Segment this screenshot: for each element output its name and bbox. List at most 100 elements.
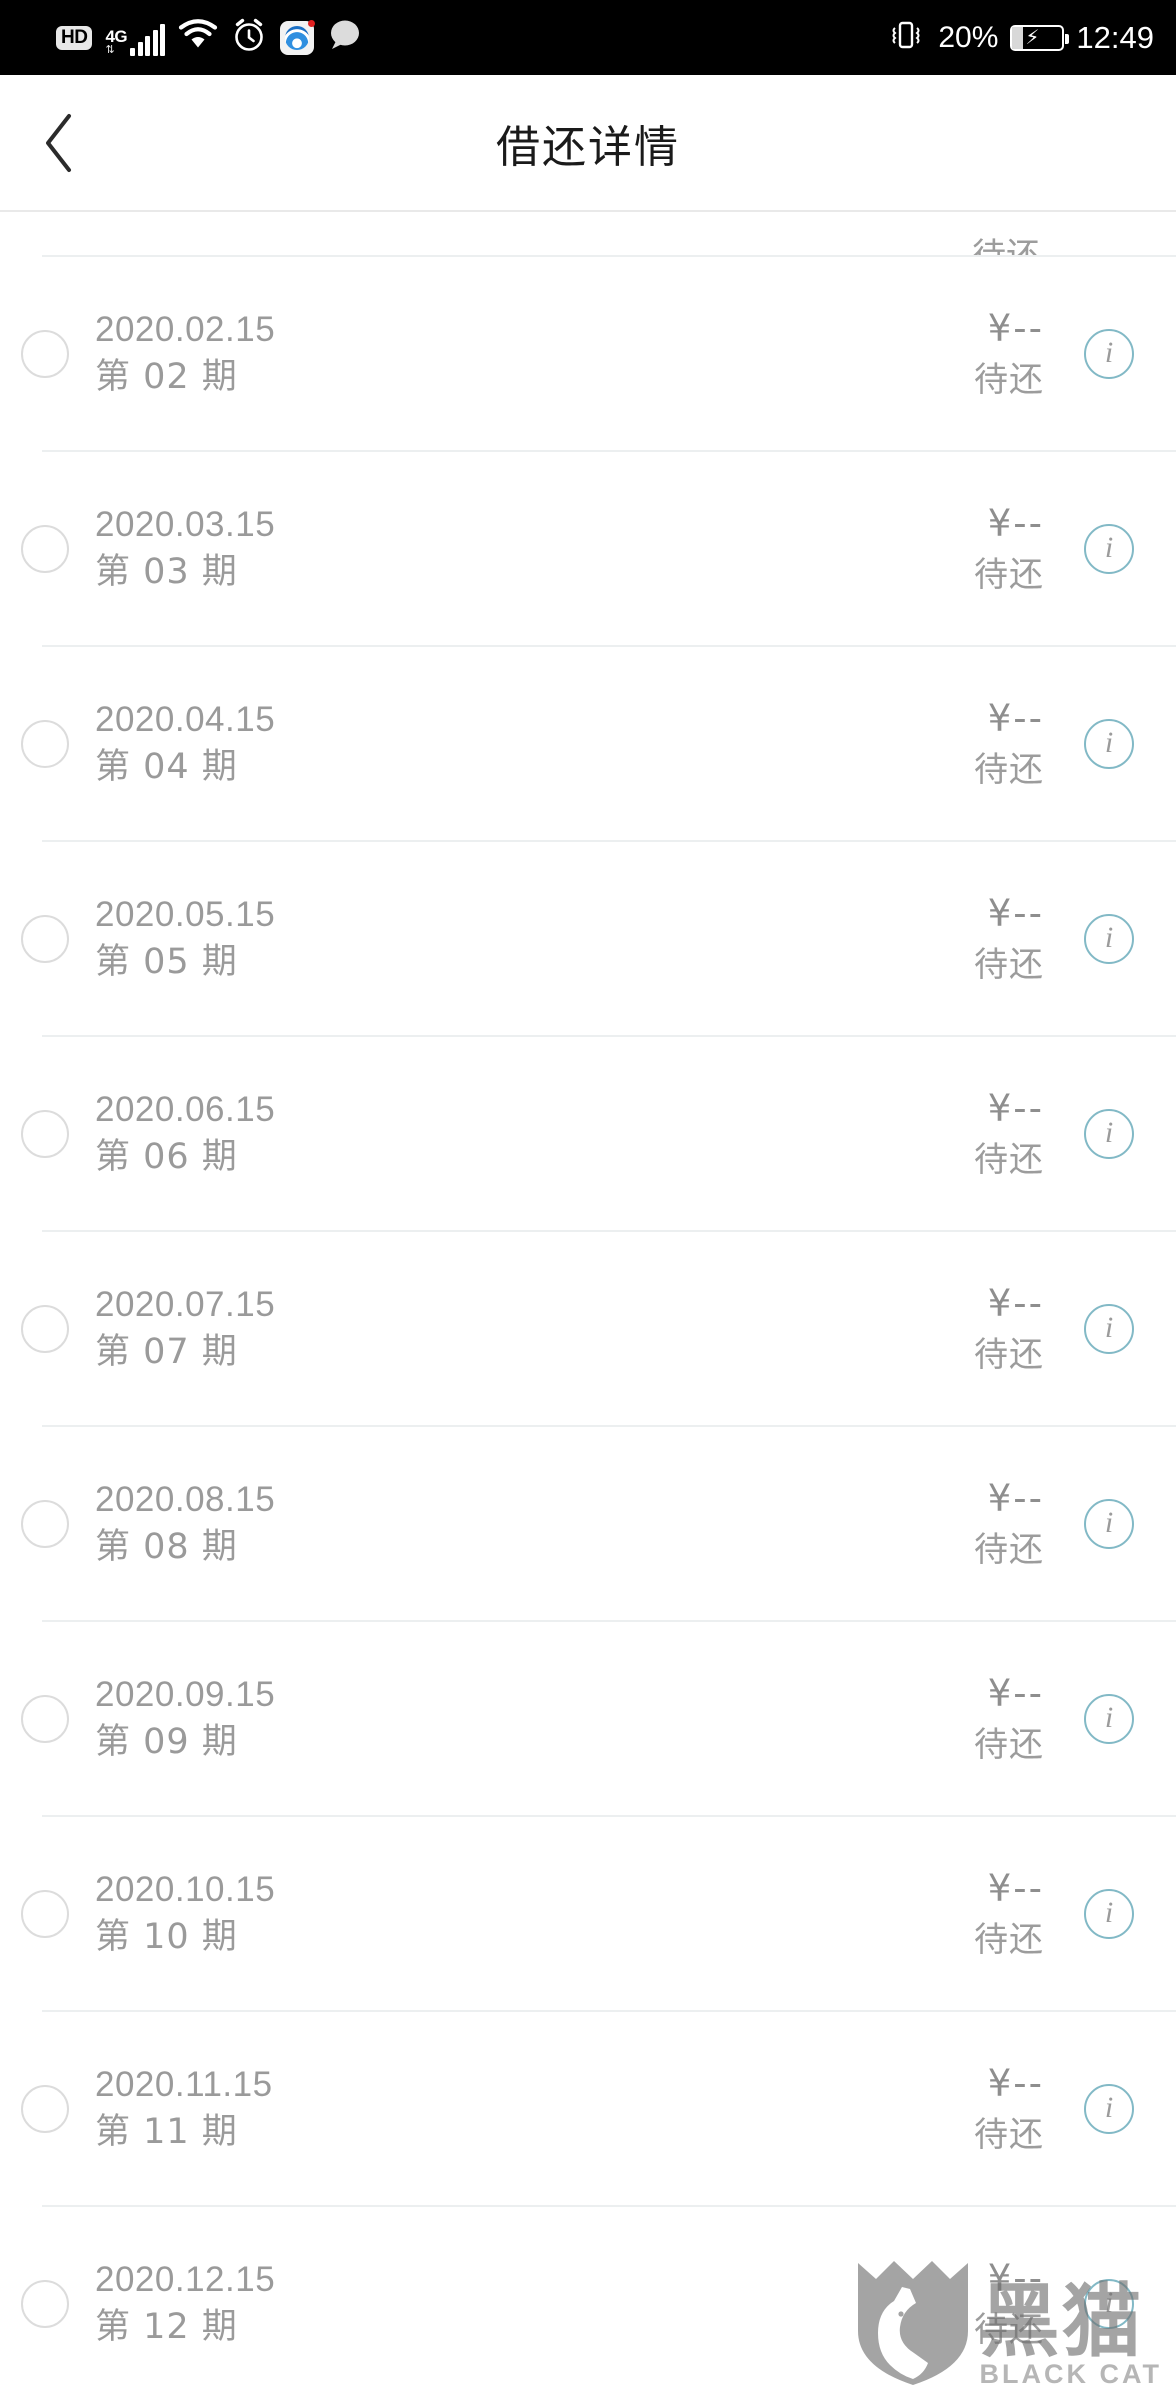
row-select-checkbox[interactable]	[0, 1694, 90, 1743]
row-amount: ¥--	[987, 1477, 1044, 1520]
row-select-checkbox[interactable]	[0, 2279, 90, 2328]
row-info-button[interactable]: i	[1074, 1108, 1144, 1159]
info-icon-glyph: i	[1104, 2285, 1114, 2319]
row-primary-info: 2020.12.15 第 12 期	[90, 2262, 894, 2345]
table-row[interactable]: 2020.04.15 第 04 期 ¥-- 待还 i	[0, 647, 1176, 840]
row-due-date: 2020.08.15	[95, 1480, 276, 1519]
info-icon-glyph: i	[1104, 2090, 1114, 2124]
row-primary-info: 2020.07.15 第 07 期	[90, 1287, 894, 1370]
row-info-button[interactable]: i	[1074, 523, 1144, 574]
row-due-date: 2020.12.15	[95, 2260, 276, 2299]
row-due-date: 2020.04.15	[95, 700, 276, 739]
status-badge: 待还	[974, 1920, 1044, 1960]
row-due-date: 2020.11.15	[95, 2065, 273, 2104]
table-row[interactable]: 2020.08.15 第 08 期 ¥-- 待还 i	[0, 1427, 1176, 1620]
repayment-schedule-list[interactable]: 待还 2020.02.15 第 02 期 ¥-- 待还 i 2020.03.15 第 03 …	[0, 212, 1176, 2400]
app-header: 借还详情	[0, 75, 1176, 212]
unchecked-circle-icon	[21, 719, 69, 768]
row-select-checkbox[interactable]	[0, 1889, 90, 1938]
info-circle-icon: i	[1084, 1498, 1134, 1549]
table-row[interactable]: 2020.12.15 第 12 期 ¥-- 待还 i	[0, 2207, 1176, 2400]
row-select-checkbox[interactable]	[0, 524, 90, 573]
row-info-button[interactable]: i	[1074, 2083, 1144, 2134]
row-amount-info: ¥-- 待还	[894, 1090, 1044, 1177]
battery-charging-icon: ⚡	[1010, 24, 1070, 51]
row-amount: ¥--	[987, 502, 1044, 545]
row-due-date: 2020.05.15	[95, 895, 276, 934]
row-amount: ¥--	[987, 1282, 1044, 1325]
back-button[interactable]	[0, 75, 120, 210]
row-primary-info: 2020.06.15 第 06 期	[90, 1092, 894, 1175]
row-due-date: 2020.10.15	[95, 1870, 276, 1909]
unchecked-circle-icon	[21, 2279, 69, 2328]
row-term-label: 第 07 期	[95, 1332, 238, 1372]
signal-bars-icon	[130, 23, 166, 56]
row-due-date: 2020.06.15	[95, 1090, 276, 1129]
row-select-checkbox[interactable]	[0, 2084, 90, 2133]
row-info-button[interactable]: i	[1074, 1888, 1144, 1939]
row-amount-info: ¥-- 待还	[894, 1480, 1044, 1567]
unchecked-circle-icon	[21, 524, 69, 573]
row-primary-info: 2020.10.15 第 10 期	[90, 1872, 894, 1955]
status-badge: 待还	[974, 2310, 1044, 2350]
row-term-label: 第 05 期	[95, 942, 238, 982]
unchecked-circle-icon	[21, 2084, 69, 2133]
row-info-button[interactable]: i	[1074, 718, 1144, 769]
row-amount-info: ¥-- 待还	[894, 2260, 1044, 2347]
row-info-button[interactable]: i	[1074, 2278, 1144, 2329]
info-icon-glyph: i	[1104, 1310, 1114, 1344]
row-info-button[interactable]: i	[1074, 913, 1144, 964]
wifi-icon	[178, 19, 218, 56]
unchecked-circle-icon	[21, 1109, 69, 1158]
table-row[interactable]: 2020.07.15 第 07 期 ¥-- 待还 i	[0, 1232, 1176, 1425]
battery-percent-label: 20%	[938, 20, 999, 54]
table-row[interactable]: 2020.05.15 第 05 期 ¥-- 待还 i	[0, 842, 1176, 1035]
table-row[interactable]: 2020.03.15 第 03 期 ¥-- 待还 i	[0, 452, 1176, 645]
status-badge: 待还	[974, 2115, 1044, 2155]
status-badge: 待还	[974, 1530, 1044, 1570]
row-select-checkbox[interactable]	[0, 719, 90, 768]
info-icon-glyph: i	[1104, 920, 1114, 954]
row-term-label: 第 04 期	[95, 747, 238, 787]
row-amount-info: ¥-- 待还	[894, 1285, 1044, 1372]
table-row[interactable]: 2020.06.15 第 06 期 ¥-- 待还 i	[0, 1037, 1176, 1230]
hd-badge-icon: HD	[56, 25, 93, 50]
row-info-button[interactable]: i	[1074, 1498, 1144, 1549]
alarm-clock-icon	[231, 17, 267, 58]
row-amount-info: ¥-- 待还	[894, 2065, 1044, 2152]
row-amount: ¥--	[987, 697, 1044, 740]
info-circle-icon: i	[1084, 1303, 1134, 1354]
row-info-button[interactable]: i	[1074, 1303, 1144, 1354]
row-info-button[interactable]: i	[1074, 328, 1144, 379]
info-icon-glyph: i	[1104, 335, 1114, 369]
table-row[interactable]: 2020.02.15 第 02 期 ¥-- 待还 i	[0, 257, 1176, 450]
unchecked-circle-icon	[21, 1304, 69, 1353]
partial-row-status-label: 待还	[972, 228, 1040, 255]
info-icon-glyph: i	[1104, 530, 1114, 564]
partial-clipped-row: 待还	[0, 212, 1176, 255]
info-circle-icon: i	[1084, 718, 1134, 769]
row-select-checkbox[interactable]	[0, 1109, 90, 1158]
page-title: 借还详情	[496, 121, 680, 173]
row-term-label: 第 11 期	[95, 2112, 238, 2152]
row-select-checkbox[interactable]	[0, 914, 90, 963]
back-chevron-icon	[37, 108, 83, 178]
row-amount: ¥--	[987, 2257, 1044, 2300]
status-bar-clock: 12:49	[1076, 19, 1154, 55]
chat-bubble-icon	[327, 19, 363, 56]
info-circle-icon: i	[1084, 1693, 1134, 1744]
row-primary-info: 2020.02.15 第 02 期	[90, 312, 894, 395]
table-row[interactable]: 2020.11.15 第 11 期 ¥-- 待还 i	[0, 2012, 1176, 2205]
row-amount: ¥--	[987, 1672, 1044, 1715]
table-row[interactable]: 2020.10.15 第 10 期 ¥-- 待还 i	[0, 1817, 1176, 2010]
row-select-checkbox[interactable]	[0, 1304, 90, 1353]
row-term-label: 第 12 期	[95, 2307, 238, 2347]
row-info-button[interactable]: i	[1074, 1693, 1144, 1744]
row-amount-info: ¥-- 待还	[894, 310, 1044, 397]
row-select-checkbox[interactable]	[0, 329, 90, 378]
row-primary-info: 2020.11.15 第 11 期	[90, 2067, 894, 2150]
app-icon	[280, 19, 316, 55]
row-select-checkbox[interactable]	[0, 1499, 90, 1548]
table-row[interactable]: 2020.09.15 第 09 期 ¥-- 待还 i	[0, 1622, 1176, 1815]
info-circle-icon: i	[1084, 913, 1134, 964]
